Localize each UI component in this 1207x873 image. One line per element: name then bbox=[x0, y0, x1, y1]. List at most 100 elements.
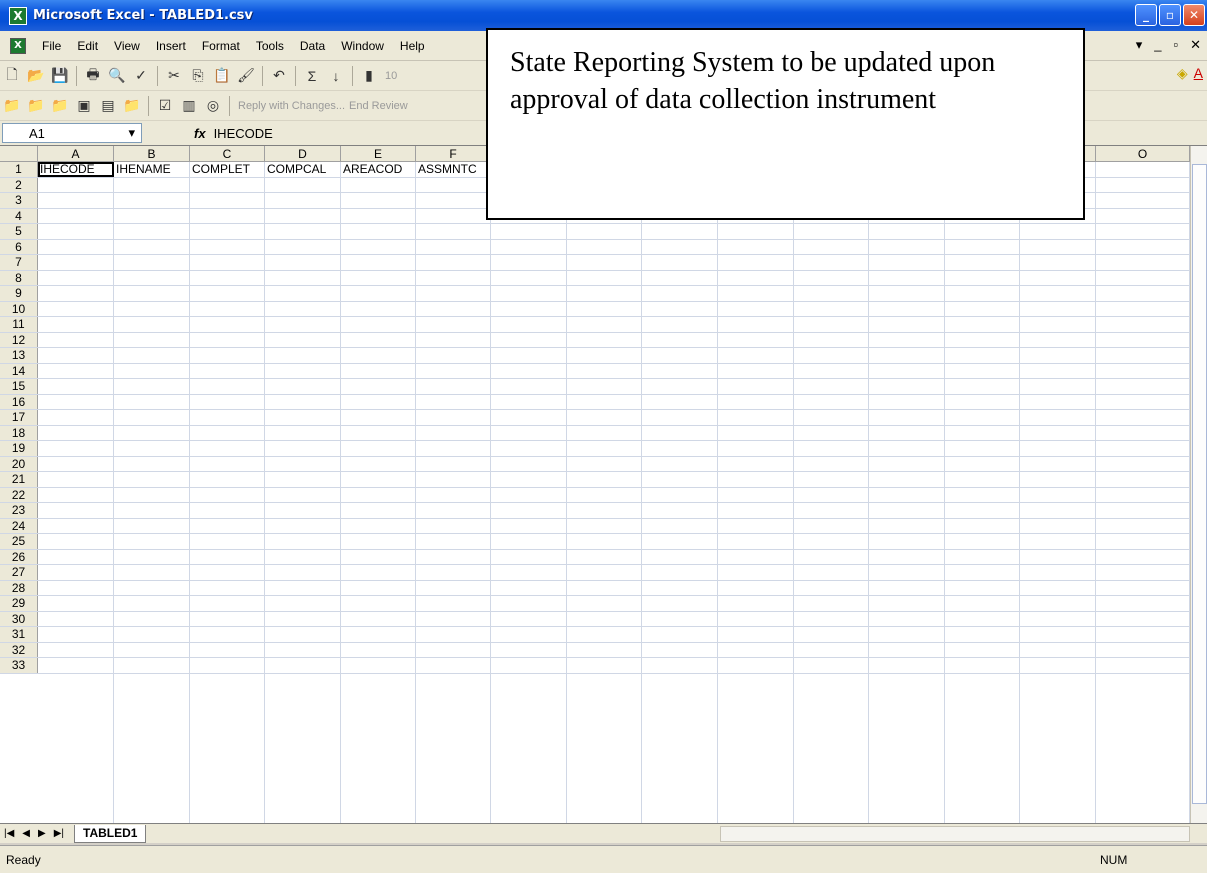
column-header-d[interactable]: D bbox=[265, 146, 341, 162]
row-header[interactable]: 29 bbox=[0, 596, 38, 611]
cell[interactable]: COMPCAL bbox=[265, 162, 341, 177]
row-header[interactable]: 24 bbox=[0, 518, 38, 533]
row-header[interactable]: 17 bbox=[0, 410, 38, 425]
row-header[interactable]: 2 bbox=[0, 177, 38, 192]
row-header[interactable]: 15 bbox=[0, 379, 38, 394]
web-icon[interactable]: ◎ bbox=[203, 96, 223, 116]
select-all-corner[interactable] bbox=[0, 146, 38, 162]
row-header[interactable]: 30 bbox=[0, 611, 38, 626]
minimize-button[interactable]: _ bbox=[1135, 4, 1157, 26]
menu-insert[interactable]: Insert bbox=[148, 31, 194, 61]
chart-wizard-icon[interactable]: ▮ bbox=[359, 66, 379, 86]
menu-data[interactable]: Data bbox=[292, 31, 333, 61]
row-header[interactable]: 8 bbox=[0, 270, 38, 285]
document-icon[interactable]: X bbox=[10, 37, 26, 54]
menu-edit[interactable]: Edit bbox=[69, 31, 106, 61]
horizontal-scrollbar[interactable] bbox=[720, 826, 1190, 842]
print-icon[interactable]: 🖶 bbox=[83, 66, 103, 86]
row-header[interactable]: 21 bbox=[0, 472, 38, 487]
close-button[interactable]: ✕ bbox=[1183, 4, 1205, 26]
row-header[interactable]: 11 bbox=[0, 317, 38, 332]
reviewing-icon[interactable]: 📁 bbox=[122, 96, 142, 116]
row-header[interactable]: 4 bbox=[0, 208, 38, 223]
end-review-button[interactable]: End Review bbox=[349, 100, 408, 112]
column-header-c[interactable]: C bbox=[190, 146, 265, 162]
cell[interactable]: IHENAME bbox=[114, 162, 190, 177]
last-sheet-icon[interactable]: ▶| bbox=[54, 828, 64, 839]
paste-icon[interactable]: 📋 bbox=[212, 66, 232, 86]
row-header[interactable]: 25 bbox=[0, 534, 38, 549]
row-header[interactable]: 3 bbox=[0, 193, 38, 208]
font-color-icon[interactable]: A bbox=[1194, 65, 1203, 82]
reviewing-icon[interactable]: 📁 bbox=[2, 96, 22, 116]
row-header[interactable]: 18 bbox=[0, 425, 38, 440]
scroll-thumb[interactable] bbox=[1192, 164, 1207, 804]
open-icon[interactable]: 📂 bbox=[26, 66, 46, 86]
menu-view[interactable]: View bbox=[106, 31, 148, 61]
row-header[interactable]: 19 bbox=[0, 441, 38, 456]
sort-ascending-icon[interactable]: ↓ bbox=[326, 66, 346, 86]
row-header[interactable]: 33 bbox=[0, 658, 38, 673]
save-icon[interactable]: 💾 bbox=[50, 66, 70, 86]
chevron-down-icon[interactable]: ▾ bbox=[128, 125, 135, 141]
row-header[interactable]: 23 bbox=[0, 503, 38, 518]
cell[interactable]: COMPLET bbox=[190, 162, 265, 177]
menu-file[interactable]: File bbox=[34, 31, 69, 61]
autosum-icon[interactable]: Σ bbox=[302, 66, 322, 86]
row-header[interactable]: 10 bbox=[0, 301, 38, 316]
print-preview-icon[interactable]: 🔍 bbox=[107, 66, 127, 86]
copy-icon[interactable]: ⎘ bbox=[188, 66, 208, 86]
cell[interactable]: AREACOD bbox=[341, 162, 416, 177]
row-header[interactable]: 31 bbox=[0, 627, 38, 642]
prev-sheet-icon[interactable]: ◀ bbox=[22, 828, 30, 839]
row-header[interactable]: 5 bbox=[0, 224, 38, 239]
first-sheet-icon[interactable]: |◀ bbox=[4, 828, 14, 839]
active-cell[interactable]: IHECODE bbox=[38, 162, 114, 177]
next-sheet-icon[interactable]: ▶ bbox=[38, 828, 46, 839]
row-header[interactable]: 32 bbox=[0, 642, 38, 657]
formula-input[interactable]: IHECODE bbox=[214, 126, 273, 141]
row-header[interactable]: 9 bbox=[0, 286, 38, 301]
worksheet-grid[interactable]: ABCDEFGHIJKLMNO 1IHECODEIHENAMECOMPLETCO… bbox=[0, 145, 1207, 824]
reviewing-icon[interactable]: ▤ bbox=[98, 96, 118, 116]
row-header[interactable]: 28 bbox=[0, 580, 38, 595]
help-dropdown-icon[interactable]: ▾ bbox=[1136, 37, 1143, 53]
row-header[interactable]: 12 bbox=[0, 332, 38, 347]
format-painter-icon[interactable]: 🖌 bbox=[236, 66, 256, 86]
track-changes-icon[interactable]: ☑ bbox=[155, 96, 175, 116]
row-header[interactable]: 6 bbox=[0, 239, 38, 254]
menu-tools[interactable]: Tools bbox=[248, 31, 292, 61]
cut-icon[interactable]: ✂ bbox=[164, 66, 184, 86]
new-icon[interactable]: 🗋 bbox=[2, 66, 22, 86]
menu-window[interactable]: Window bbox=[333, 31, 392, 61]
doc-restore-button[interactable]: ▫ bbox=[1173, 37, 1178, 53]
column-header-b[interactable]: B bbox=[114, 146, 190, 162]
row-header[interactable]: 26 bbox=[0, 549, 38, 564]
row-header[interactable]: 1 bbox=[0, 162, 38, 177]
column-header-o[interactable]: O bbox=[1096, 146, 1190, 162]
cell[interactable]: ASSMNTC bbox=[416, 162, 491, 177]
reviewing-icon[interactable]: 📁 bbox=[26, 96, 46, 116]
row-header[interactable]: 22 bbox=[0, 487, 38, 502]
maximize-button[interactable]: ▫ bbox=[1159, 4, 1181, 26]
doc-minimize-button[interactable]: _ bbox=[1154, 37, 1161, 53]
undo-icon[interactable]: ↶ bbox=[269, 66, 289, 86]
reviewing-icon[interactable]: ▣ bbox=[74, 96, 94, 116]
row-header[interactable]: 16 bbox=[0, 394, 38, 409]
column-header-a[interactable]: A bbox=[38, 146, 114, 162]
row-header[interactable]: 20 bbox=[0, 456, 38, 471]
reviewing-icon[interactable]: 📁 bbox=[50, 96, 70, 116]
spelling-icon[interactable]: ✓ bbox=[131, 66, 151, 86]
vertical-scrollbar[interactable] bbox=[1190, 146, 1207, 824]
comment-icon[interactable]: ▥ bbox=[179, 96, 199, 116]
font-size-box[interactable]: 10 bbox=[385, 70, 397, 82]
fill-color-icon[interactable]: ◈ bbox=[1177, 65, 1188, 82]
row-header[interactable]: 13 bbox=[0, 348, 38, 363]
column-header-e[interactable]: E bbox=[341, 146, 416, 162]
column-header-f[interactable]: F bbox=[416, 146, 491, 162]
row-header[interactable]: 14 bbox=[0, 363, 38, 378]
doc-close-button[interactable]: ✕ bbox=[1190, 37, 1201, 53]
row-header[interactable]: 7 bbox=[0, 255, 38, 270]
sheet-tab-tabled1[interactable]: TABLED1 bbox=[74, 824, 147, 843]
fx-icon[interactable]: fx bbox=[194, 126, 206, 141]
